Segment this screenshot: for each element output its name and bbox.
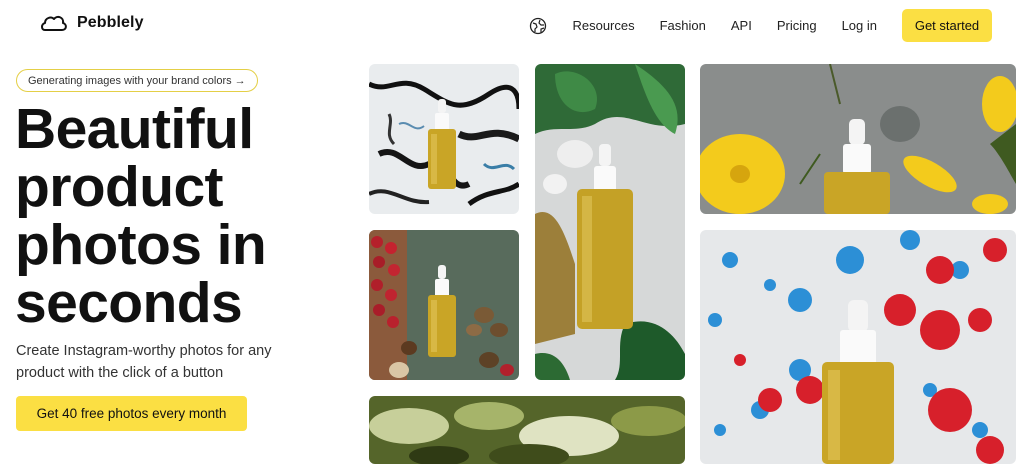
top-nav: Pebblely Resources Fashion API Pricing L… (0, 0, 1024, 50)
hero-headline: Beautiful product photos in seconds (15, 100, 360, 332)
logo[interactable]: Pebblely (40, 13, 144, 33)
hero-subtext: Create Instagram-worthy photos for any p… (16, 340, 306, 384)
gallery-image-serum-berries-nuts (369, 230, 519, 380)
nav-link-fashion[interactable]: Fashion (660, 10, 706, 42)
get-started-button[interactable]: Get started (902, 9, 992, 42)
headline-line: Beautiful (15, 97, 254, 161)
subtext-line: Create Instagram-worthy photos for any (16, 343, 272, 359)
nav-link-api[interactable]: API (731, 10, 752, 42)
headline-line: photos in (15, 213, 267, 277)
gallery-image-serum-paint-splatter (700, 230, 1016, 464)
nav-link-login[interactable]: Log in (842, 10, 877, 42)
nav-link-resources[interactable]: Resources (572, 10, 634, 42)
subtext-line: product with the click of a button (16, 365, 224, 381)
gallery-image-leaves (369, 396, 685, 464)
globe-icon[interactable] (529, 17, 547, 35)
brand-colors-badge[interactable]: Generating images with your brand colors… (16, 69, 258, 92)
gallery-image-serum-water-monstera (535, 64, 685, 380)
gallery-image-serum-ink-marble (369, 64, 519, 214)
gallery-image-serum-yellow-flowers (700, 64, 1016, 214)
free-photos-button[interactable]: Get 40 free photos every month (16, 396, 247, 431)
headline-line: seconds (15, 271, 243, 335)
nav-link-pricing[interactable]: Pricing (777, 10, 817, 42)
pebble-icon (41, 15, 67, 31)
brand-name: Pebblely (77, 14, 144, 31)
nav-links: Resources Fashion API Pricing Log in Get… (529, 9, 992, 42)
headline-line: product (15, 155, 224, 219)
